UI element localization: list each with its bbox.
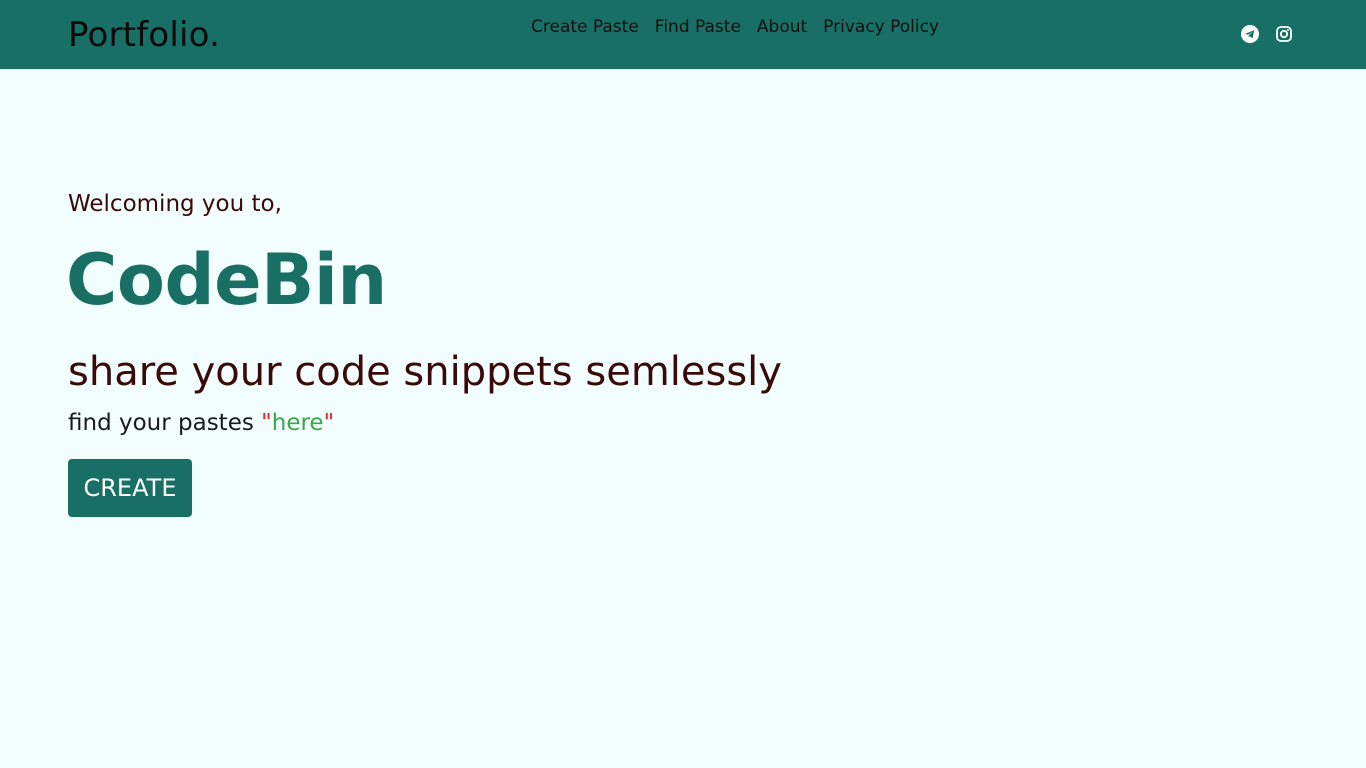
quote-close: " — [323, 410, 335, 436]
find-prefix: find your pastes — [68, 410, 262, 436]
page-title: CodeBin — [66, 239, 387, 321]
brand-logo[interactable]: Portfolio. — [68, 13, 220, 57]
nav-link-create-paste[interactable]: Create Paste — [523, 14, 647, 40]
nav-links: Create Paste Find Paste About Privacy Po… — [523, 14, 947, 40]
find-pastes-text: find your pastes "here" — [68, 406, 334, 440]
navbar: Portfolio. Create Paste Find Paste About… — [0, 0, 1366, 69]
create-button[interactable]: CREATE — [68, 459, 192, 517]
nav-link-find-paste[interactable]: Find Paste — [647, 14, 749, 40]
nav-link-about[interactable]: About — [749, 14, 815, 40]
instagram-icon[interactable] — [1275, 25, 1293, 43]
nav-link-privacy-policy[interactable]: Privacy Policy — [815, 14, 947, 40]
social-links — [1241, 25, 1293, 43]
welcome-text: Welcoming you to, — [68, 191, 282, 217]
telegram-icon[interactable] — [1241, 25, 1259, 43]
here-link[interactable]: here — [272, 410, 324, 436]
tagline: share your code snippets semlessly — [68, 349, 782, 395]
quote-open: " — [261, 410, 272, 436]
